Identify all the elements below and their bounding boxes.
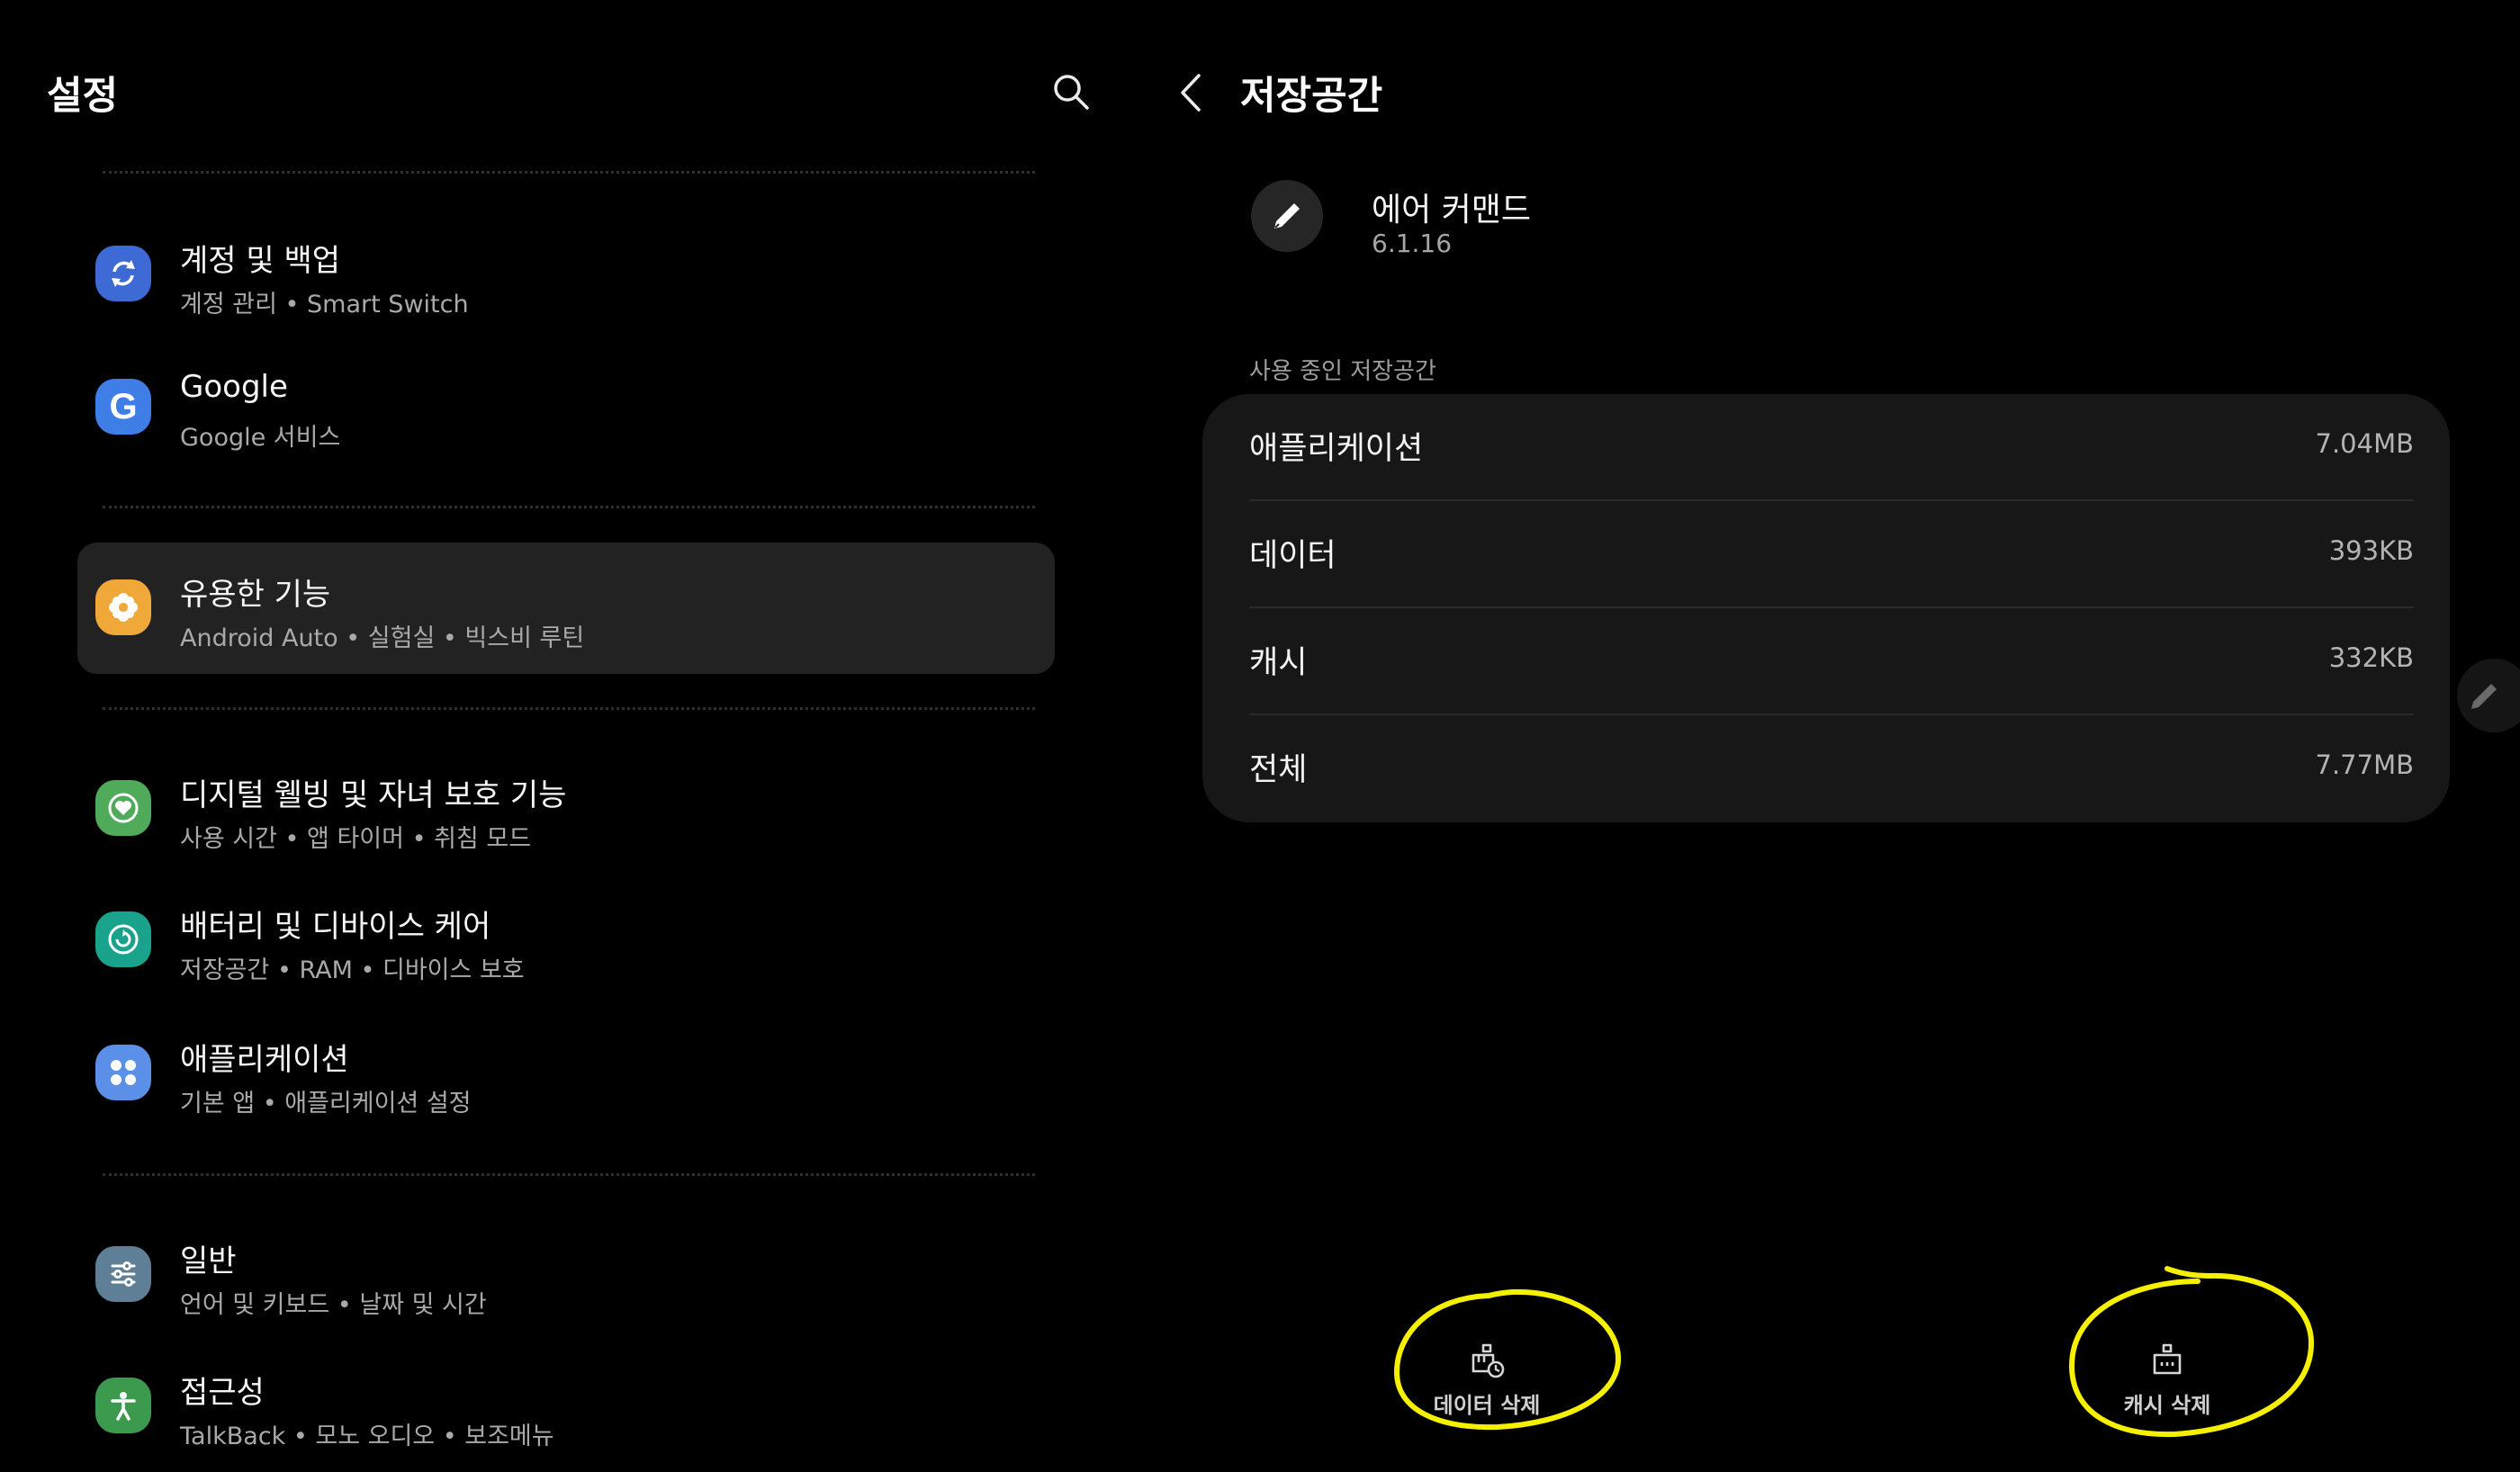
clear-data-label: 데이터 삭제 (1433, 1393, 1541, 1418)
item-subtitle: 사용 시간 • 앱 타이머 • 취침 모드 (180, 819, 531, 854)
refresh-circle-icon (95, 911, 151, 967)
subtitle-part: Android Auto (180, 624, 338, 652)
subtitle-part: 실험실 (367, 624, 436, 652)
row-label: 캐시 (1249, 645, 1308, 681)
clear-cache-button[interactable]: 캐시 삭제 (2059, 1335, 2275, 1418)
storage-row-cache: 캐시 332KB (1249, 606, 2414, 713)
subtitle-separator: • (329, 1291, 360, 1319)
item-title: Google (180, 369, 288, 405)
settings-item-advanced-features[interactable]: 유용한 기능 Android Auto • 실험실 • 빅스비 루틴 (77, 543, 1055, 674)
subtitle-separator: • (435, 624, 465, 652)
search-icon (1054, 75, 1089, 110)
sliders-icon (95, 1246, 151, 1302)
subtitle-part: 기본 앱 (180, 1090, 256, 1117)
item-subtitle: 기본 앱 • 애플리케이션 설정 (180, 1083, 472, 1118)
subtitle-part: 모노 오디오 (315, 1423, 436, 1450)
pen-icon (1274, 203, 1300, 229)
settings-item-accounts-backup[interactable]: 계정 및 백업 계정 관리 • Smart Switch (77, 209, 1055, 340)
subtitle-part: 디바이스 보호 (382, 956, 525, 984)
clear-data-button[interactable]: 데이터 삭제 (1379, 1335, 1595, 1418)
edge-panel-handle[interactable] (2457, 659, 2520, 732)
storage-section-label: 사용 중인 저장공간 (1249, 358, 1436, 385)
row-label: 데이터 (1249, 538, 1336, 574)
subtitle-part: 저장공간 (180, 956, 270, 984)
google-g-icon: G (95, 379, 151, 435)
storage-row-data: 데이터 393KB (1249, 499, 2414, 606)
row-value: 332KB (2328, 642, 2414, 673)
subtitle-part: 사용 시간 (180, 825, 277, 853)
settings-item-digital-wellbeing[interactable]: 디지털 웰빙 및 자녀 보호 기능 사용 시간 • 앱 타이머 • 취침 모드 (77, 743, 1055, 875)
subtitle-part: 언어 및 키보드 (180, 1291, 330, 1319)
subtitle-separator: • (255, 1090, 285, 1117)
app-version: 6.1.16 (1372, 229, 1453, 258)
subtitle-part: 빅스비 루틴 (464, 624, 585, 652)
subtitle-part: 애플리케이션 설정 (284, 1090, 472, 1117)
item-title: 배터리 및 디바이스 케어 (180, 909, 491, 945)
app-icon (1251, 180, 1323, 252)
subtitle-separator: • (338, 624, 368, 652)
storage-title: 저장공간 (1240, 74, 1383, 119)
settings-item-accessibility[interactable]: 접근성 TalkBack • 모노 오디오 • 보조메뉴 (77, 1341, 1055, 1472)
settings-item-applications[interactable]: 애플리케이션 기본 앱 • 애플리케이션 설정 (77, 1008, 1055, 1139)
row-label: 전체 (1249, 752, 1308, 788)
subtitle-separator: • (276, 825, 308, 853)
item-title: 디지털 웰빙 및 자녀 보호 기능 (180, 777, 567, 813)
section-divider (103, 171, 1035, 174)
subtitle-separator: • (352, 956, 382, 984)
heart-circle-icon (95, 780, 151, 836)
item-subtitle: Android Auto • 실험실 • 빅스비 루틴 (180, 618, 584, 653)
subtitle-part: 취침 모드 (434, 825, 532, 853)
subtitle-separator: • (435, 1423, 465, 1450)
subtitle-part: 보조메뉴 (464, 1423, 554, 1450)
search-button[interactable] (1051, 72, 1091, 112)
section-divider (103, 506, 1035, 508)
section-divider (103, 1173, 1035, 1176)
item-title: 일반 (180, 1243, 237, 1279)
storage-row-application: 애플리케이션 7.04MB (1249, 392, 2414, 498)
item-title: 유용한 기능 (180, 577, 331, 613)
trash-icon (2153, 1343, 2182, 1375)
subtitle-part: 계정 관리 (180, 291, 277, 319)
row-value: 7.77MB (2315, 749, 2415, 780)
four-dots-icon (95, 1045, 151, 1100)
subtitle-part: 날짜 및 시간 (359, 1291, 487, 1319)
item-title: 접근성 (180, 1375, 265, 1411)
subtitle-part: Smart Switch (307, 291, 469, 319)
sync-icon (95, 246, 151, 301)
item-subtitle: 계정 관리 • Smart Switch (180, 284, 469, 319)
item-subtitle: 저장공간 • RAM • 디바이스 보호 (180, 950, 525, 985)
item-subtitle: Google 서비스 (180, 417, 340, 453)
subtitle-separator: • (404, 825, 435, 853)
subtitle-part: RAM (299, 956, 353, 984)
trash-clock-icon (1472, 1343, 1505, 1378)
app-name: 에어 커맨드 (1372, 192, 1532, 229)
subtitle-part: 앱 타이머 (307, 825, 404, 853)
row-value: 7.04MB (2315, 428, 2415, 459)
back-arrow-icon (1181, 74, 1201, 112)
gear-flower-icon (95, 579, 151, 635)
subtitle-separator: • (276, 291, 308, 319)
person-icon (95, 1378, 151, 1433)
back-button[interactable] (1172, 70, 1211, 115)
pen-icon (2471, 684, 2497, 709)
item-title: 애플리케이션 (180, 1042, 349, 1078)
row-value: 393KB (2328, 535, 2414, 566)
settings-item-general[interactable]: 일반 언어 및 키보드 • 날짜 및 시간 (77, 1209, 1055, 1341)
section-divider (103, 707, 1035, 710)
settings-item-battery-device-care[interactable]: 배터리 및 디바이스 케어 저장공간 • RAM • 디바이스 보호 (77, 875, 1055, 1006)
storage-row-total: 전체 7.77MB (1249, 714, 2414, 820)
subtitle-separator: • (269, 956, 300, 984)
subtitle-part: Google 서비스 (180, 424, 341, 452)
row-label: 애플리케이션 (1249, 431, 1424, 467)
settings-title: 설정 (47, 74, 119, 119)
item-subtitle: 언어 및 키보드 • 날짜 및 시간 (180, 1285, 487, 1320)
subtitle-separator: • (285, 1423, 316, 1450)
clear-cache-label: 캐시 삭제 (2123, 1393, 2211, 1418)
settings-item-google[interactable]: G Google Google 서비스 (77, 342, 1055, 473)
item-subtitle: TalkBack • 모노 오디오 • 보조메뉴 (180, 1416, 554, 1451)
item-title: 계정 및 백업 (180, 243, 341, 279)
subtitle-part: TalkBack (180, 1423, 286, 1450)
